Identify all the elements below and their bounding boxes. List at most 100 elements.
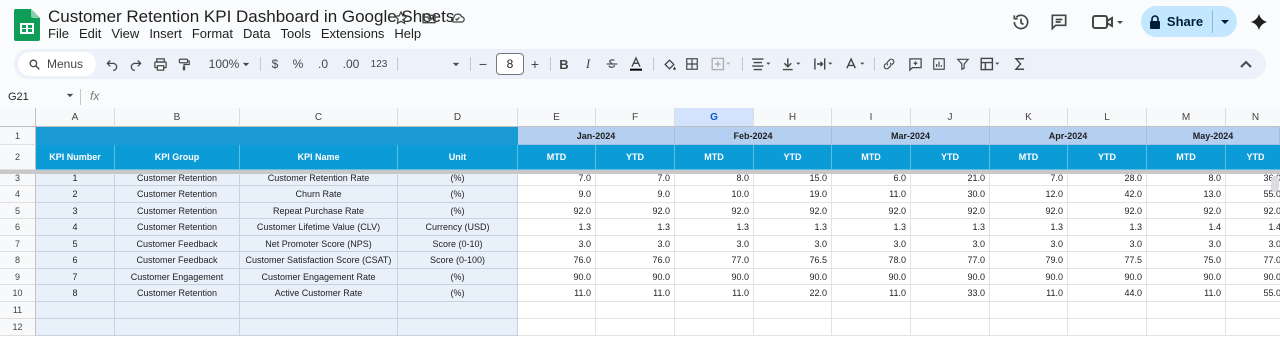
- column-header-c[interactable]: C: [240, 108, 398, 127]
- empty-cell[interactable]: [911, 319, 990, 336]
- empty-cell[interactable]: [675, 319, 754, 336]
- font-size-input[interactable]: 8: [496, 53, 524, 75]
- ytd-value-cell[interactable]: 1.3: [911, 219, 990, 236]
- empty-cell[interactable]: [832, 302, 911, 319]
- row-header-8[interactable]: 8: [0, 252, 36, 269]
- column-header-l[interactable]: L: [1068, 108, 1147, 127]
- column-header-e[interactable]: E: [518, 108, 596, 127]
- mtd-value-cell[interactable]: 11.0: [1147, 285, 1226, 302]
- vertical-scrollbar[interactable]: [1271, 176, 1279, 192]
- undo-icon[interactable]: [102, 49, 122, 79]
- functions-icon[interactable]: [1010, 49, 1030, 79]
- frozen-rows-divider[interactable]: [0, 170, 1280, 174]
- empty-cell[interactable]: [240, 302, 398, 319]
- column-header-m[interactable]: M: [1147, 108, 1226, 127]
- bold-button[interactable]: B: [554, 49, 574, 79]
- kpi-name-cell[interactable]: Repeat Purchase Rate: [240, 203, 398, 219]
- ytd-value-cell[interactable]: 3.0: [1226, 236, 1280, 252]
- kpi-name-cell[interactable]: Churn Rate: [240, 186, 398, 203]
- mtd-value-cell[interactable]: 92.0: [990, 203, 1068, 219]
- empty-cell[interactable]: [754, 302, 832, 319]
- empty-cell[interactable]: [518, 302, 596, 319]
- unit-cell[interactable]: Currency (USD): [398, 219, 518, 236]
- empty-cell[interactable]: [518, 319, 596, 336]
- empty-cell[interactable]: [675, 302, 754, 319]
- mtd-value-cell[interactable]: 1.3: [675, 219, 754, 236]
- row-header-10[interactable]: 10: [0, 285, 36, 302]
- mtd-value-cell[interactable]: 90.0: [518, 269, 596, 285]
- format-currency-button[interactable]: $: [266, 49, 284, 79]
- ytd-value-cell[interactable]: 77.5: [1068, 252, 1147, 269]
- kpi-name-cell[interactable]: Active Customer Rate: [240, 285, 398, 302]
- version-history-icon[interactable]: [1010, 11, 1032, 33]
- mtd-value-cell[interactable]: 1.3: [518, 219, 596, 236]
- mtd-value-cell[interactable]: 11.0: [675, 285, 754, 302]
- mtd-value-cell[interactable]: 92.0: [1147, 203, 1226, 219]
- empty-cell[interactable]: [990, 302, 1068, 319]
- italic-button[interactable]: I: [578, 49, 598, 79]
- more-formats-button[interactable]: 123: [366, 49, 392, 79]
- column-header-g[interactable]: G: [675, 108, 754, 127]
- mtd-value-cell[interactable]: 3.0: [990, 236, 1068, 252]
- empty-cell[interactable]: [398, 319, 518, 336]
- empty-cell[interactable]: [754, 319, 832, 336]
- vertical-align-icon[interactable]: [778, 49, 806, 79]
- empty-cell[interactable]: [1068, 319, 1147, 336]
- unit-cell[interactable]: (%): [398, 285, 518, 302]
- mtd-value-cell[interactable]: 79.0: [990, 252, 1068, 269]
- filter-views-icon[interactable]: [976, 49, 1006, 79]
- ytd-value-cell[interactable]: 3.0: [1068, 236, 1147, 252]
- ytd-value-cell[interactable]: 11.0: [596, 285, 675, 302]
- column-header-b[interactable]: B: [115, 108, 240, 127]
- row-header-7[interactable]: 7: [0, 236, 36, 252]
- kpi-group-cell[interactable]: Customer Retention: [115, 203, 240, 219]
- empty-cell[interactable]: [596, 302, 675, 319]
- menu-extensions[interactable]: Extensions: [321, 26, 391, 41]
- kpi-name-cell[interactable]: Customer Engagement Rate: [240, 269, 398, 285]
- unit-cell[interactable]: (%): [398, 186, 518, 203]
- collapse-toolbar-icon[interactable]: [1236, 49, 1256, 79]
- increase-decimal-button[interactable]: .00: [338, 49, 364, 79]
- redo-icon[interactable]: [126, 49, 146, 79]
- column-header-n[interactable]: N: [1226, 108, 1280, 127]
- mtd-value-cell[interactable]: 12.0: [990, 186, 1068, 203]
- mtd-value-cell[interactable]: 11.0: [832, 285, 911, 302]
- menu-view[interactable]: View: [111, 26, 145, 41]
- menu-edit[interactable]: Edit: [79, 26, 107, 41]
- ytd-value-cell[interactable]: 76.5: [754, 252, 832, 269]
- fill-color-icon[interactable]: [658, 49, 680, 79]
- mtd-value-cell[interactable]: 92.0: [675, 203, 754, 219]
- ytd-value-cell[interactable]: 90.0: [754, 269, 832, 285]
- sheets-logo-icon[interactable]: [14, 9, 40, 41]
- menu-help[interactable]: Help: [394, 26, 427, 41]
- insert-chart-icon[interactable]: [928, 49, 950, 79]
- mtd-value-cell[interactable]: 3.0: [832, 236, 911, 252]
- kpi-group-cell[interactable]: Customer Feedback: [115, 252, 240, 269]
- menu-format[interactable]: Format: [192, 26, 239, 41]
- empty-cell[interactable]: [1226, 302, 1280, 319]
- column-header-h[interactable]: H: [754, 108, 832, 127]
- ytd-value-cell[interactable]: 92.0: [754, 203, 832, 219]
- unit-cell[interactable]: (%): [398, 203, 518, 219]
- mtd-value-cell[interactable]: 92.0: [518, 203, 596, 219]
- empty-cell[interactable]: [832, 319, 911, 336]
- mtd-value-cell[interactable]: 3.0: [675, 236, 754, 252]
- ytd-value-cell[interactable]: 90.0: [911, 269, 990, 285]
- empty-cell[interactable]: [115, 319, 240, 336]
- empty-cell[interactable]: [115, 302, 240, 319]
- kpi-number-cell[interactable]: 4: [36, 219, 115, 236]
- formula-input[interactable]: [110, 88, 1270, 106]
- kpi-number-cell[interactable]: 2: [36, 186, 115, 203]
- ytd-value-cell[interactable]: 30.0: [911, 186, 990, 203]
- unit-cell[interactable]: Score (0-100): [398, 252, 518, 269]
- kpi-number-cell[interactable]: 8: [36, 285, 115, 302]
- kpi-number-cell[interactable]: 7: [36, 269, 115, 285]
- empty-cell[interactable]: [398, 302, 518, 319]
- mtd-value-cell[interactable]: 3.0: [518, 236, 596, 252]
- ytd-value-cell[interactable]: 42.0: [1068, 186, 1147, 203]
- meet-call-icon[interactable]: [1090, 11, 1126, 33]
- empty-cell[interactable]: [1226, 319, 1280, 336]
- empty-cell[interactable]: [911, 302, 990, 319]
- ytd-value-cell[interactable]: 77.0: [911, 252, 990, 269]
- mtd-value-cell[interactable]: 11.0: [990, 285, 1068, 302]
